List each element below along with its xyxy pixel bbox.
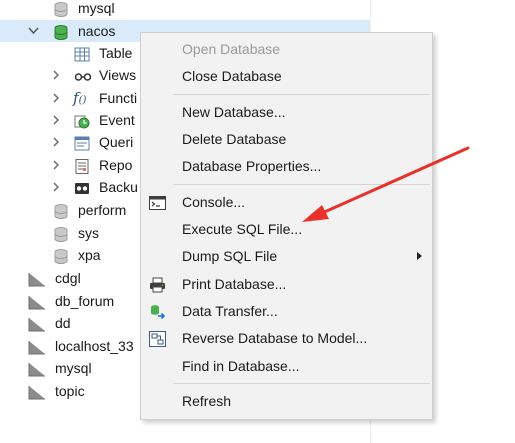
menu-item-label: Find in Database... xyxy=(182,358,300,374)
menu-item-execute-sql-file[interactable]: Execute SQL File... xyxy=(141,217,432,241)
tree-item-label: Queri xyxy=(99,134,134,150)
menu-separator xyxy=(173,184,430,185)
menu-item-refresh[interactable]: Refresh xyxy=(141,389,432,413)
query-icon xyxy=(74,135,90,151)
reverse-model-icon xyxy=(149,330,166,347)
tree-item-label: cdgl xyxy=(55,270,81,286)
menu-item-label: Open Database xyxy=(182,41,281,57)
menu-item-label: Delete Database xyxy=(182,131,287,147)
menu-item-console[interactable]: Console... xyxy=(141,190,432,214)
connection-icon xyxy=(28,316,45,332)
data-transfer-icon xyxy=(149,303,166,320)
tree-item-label: perform xyxy=(78,202,127,218)
tree-item-label: Backu xyxy=(99,179,138,195)
tree-item-label: mysql xyxy=(78,0,115,16)
menu-item-delete-database[interactable]: Delete Database xyxy=(141,127,432,151)
menu-item-label: Database Properties... xyxy=(182,158,322,174)
menu-item-label: Refresh xyxy=(182,393,232,409)
tree-item-label: Repo xyxy=(99,157,133,173)
menu-item-label: Reverse Database to Model... xyxy=(182,330,368,346)
tree-item-mysql-db[interactable]: mysql xyxy=(0,0,370,19)
menu-item-print-database[interactable]: Print Database... xyxy=(141,272,432,296)
connection-icon xyxy=(28,339,45,355)
backup-icon xyxy=(74,180,90,195)
database-context-menu: Open Database Close Database New Databas… xyxy=(140,32,433,420)
tree-item-label: nacos xyxy=(78,23,116,39)
tree-item-label: localhost_33 xyxy=(55,338,134,354)
connection-icon xyxy=(28,294,45,310)
console-icon xyxy=(149,194,166,210)
tree-item-label: topic xyxy=(55,383,85,399)
menu-item-database-properties[interactable]: Database Properties... xyxy=(141,154,432,178)
menu-item-label: New Database... xyxy=(182,104,286,120)
tree-item-label: mysql xyxy=(55,360,92,376)
tree-item-label: Views xyxy=(99,67,137,83)
connection-icon xyxy=(28,384,45,400)
event-clock-icon xyxy=(74,113,90,129)
menu-item-label: Print Database... xyxy=(182,276,287,292)
menu-item-dump-sql-file[interactable]: Dump SQL File xyxy=(141,244,432,268)
menu-item-label: Close Database xyxy=(182,68,282,84)
menu-item-label: Data Transfer... xyxy=(182,303,278,319)
menu-item-label: Console... xyxy=(182,194,246,210)
database-gray-icon xyxy=(53,226,69,242)
menu-item-label: Dump SQL File xyxy=(182,248,278,264)
menu-item-find-in-database[interactable]: Find in Database... xyxy=(141,354,432,378)
table-icon xyxy=(74,46,90,62)
menu-item-close-database[interactable]: Close Database xyxy=(141,64,432,88)
report-icon xyxy=(74,158,90,174)
database-gray-icon xyxy=(53,203,69,219)
tree-item-label: xpa xyxy=(78,247,101,263)
database-gray-icon xyxy=(53,1,69,17)
tree-item-label: sys xyxy=(78,225,99,241)
menu-item-new-database[interactable]: New Database... xyxy=(141,100,432,124)
connection-icon xyxy=(28,271,45,287)
tree-item-label: dd xyxy=(55,315,71,331)
menu-item-open-database[interactable]: Open Database xyxy=(141,37,432,61)
database-green-icon xyxy=(53,24,69,40)
tree-item-label: Functi xyxy=(99,90,138,106)
function-icon: f() xyxy=(73,89,87,107)
database-gray-icon xyxy=(53,248,69,264)
menu-item-label: Execute SQL File... xyxy=(182,221,303,237)
views-glasses-icon xyxy=(74,68,92,83)
printer-icon xyxy=(149,276,166,293)
menu-item-data-transfer[interactable]: Data Transfer... xyxy=(141,299,432,323)
tree-item-label: db_forum xyxy=(55,293,115,309)
connection-icon xyxy=(28,361,45,377)
tree-item-label: Event xyxy=(99,112,135,128)
tree-item-label: Table xyxy=(99,45,133,61)
menu-separator xyxy=(173,94,430,95)
menu-separator xyxy=(173,383,430,384)
menu-item-reverse-database-to-model[interactable]: Reverse Database to Model... xyxy=(141,326,432,350)
submenu-arrow-icon xyxy=(417,252,422,260)
